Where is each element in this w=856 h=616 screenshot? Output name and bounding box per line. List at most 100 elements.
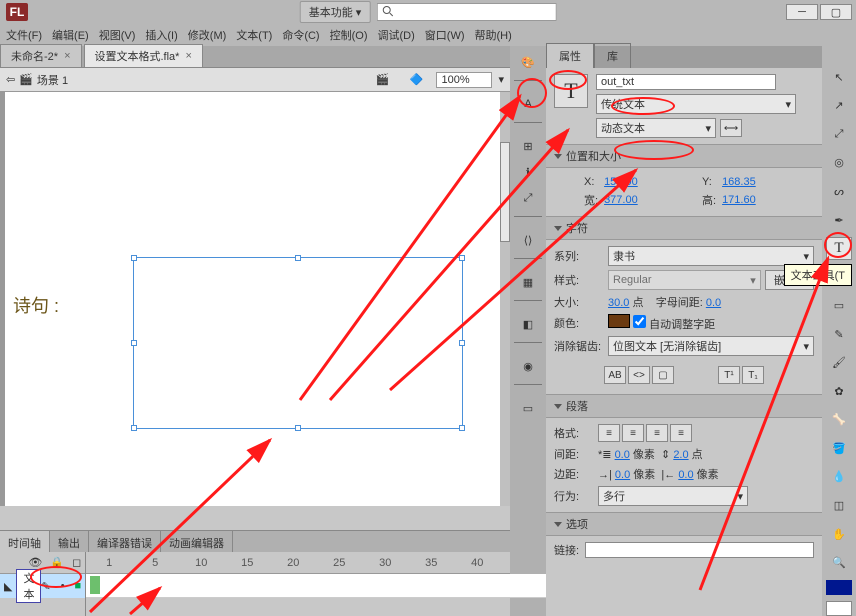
menu-item[interactable]: 修改(M) xyxy=(188,27,227,43)
bottom-tab[interactable]: 编译器错误 xyxy=(89,531,161,552)
menu-item[interactable]: 视图(V) xyxy=(99,27,136,43)
menu-item[interactable]: 文件(F) xyxy=(6,27,42,43)
align-right-button[interactable]: ≡ xyxy=(646,424,668,442)
menu-item[interactable]: 文本(T) xyxy=(236,27,272,43)
info-panel-icon[interactable]: ℹ xyxy=(514,160,542,184)
pencil-tool[interactable]: ✎ xyxy=(826,323,852,346)
back-icon[interactable]: ⇦ xyxy=(6,73,15,86)
selection-tool[interactable]: ↖ xyxy=(826,66,852,89)
selected-text-field[interactable] xyxy=(133,257,463,429)
swatches-panel-icon[interactable]: ▦ xyxy=(514,270,542,294)
bottom-tab[interactable]: 时间轴 xyxy=(0,531,50,552)
pen-tool[interactable]: ✒ xyxy=(826,209,852,232)
project-panel-icon[interactable]: ▭ xyxy=(514,396,542,420)
minimize-button[interactable]: ─ xyxy=(786,4,818,20)
panel-tab[interactable]: 属性 xyxy=(546,43,594,68)
stage-scrollbar-y[interactable] xyxy=(500,92,510,506)
font-style-combo[interactable]: Regular▾ xyxy=(608,270,761,290)
document-tab[interactable]: 设置文本格式.fla*× xyxy=(84,44,203,67)
align-justify-button[interactable]: ≡ xyxy=(670,424,692,442)
menu-item[interactable]: 帮助(H) xyxy=(475,27,512,43)
instance-name-input[interactable] xyxy=(596,74,776,90)
menu-item[interactable]: 窗口(W) xyxy=(425,27,465,43)
y-value[interactable]: 168.35 xyxy=(722,176,814,188)
link-input[interactable] xyxy=(585,542,814,558)
deco-tool[interactable]: ✿ xyxy=(826,380,852,403)
close-icon[interactable]: × xyxy=(185,50,191,62)
maximize-button[interactable]: ▢ xyxy=(820,4,852,20)
subselection-tool[interactable]: ↗ xyxy=(826,95,852,118)
subscript-button[interactable]: T₁ xyxy=(742,366,764,384)
indent-value[interactable]: 0.0 xyxy=(615,449,630,461)
bone-tool[interactable]: 🦴 xyxy=(826,409,852,432)
stroke-color[interactable] xyxy=(826,580,852,595)
edit-scene-icon[interactable]: 🎬 xyxy=(368,68,396,92)
3d-rotation-tool[interactable]: ◎ xyxy=(826,152,852,175)
border-button[interactable]: ▢ xyxy=(652,366,674,384)
x-value[interactable]: 156.00 xyxy=(604,176,696,188)
letter-value[interactable]: 0.0 xyxy=(706,297,721,309)
stage[interactable]: 诗句 : xyxy=(5,92,505,512)
w-value[interactable]: 377.00 xyxy=(604,194,696,206)
text-color-swatch[interactable] xyxy=(608,314,630,328)
zoom-chevron-icon[interactable]: ▾ xyxy=(498,73,504,86)
bottom-tab[interactable]: 动画编辑器 xyxy=(161,531,233,552)
menu-item[interactable]: 控制(O) xyxy=(330,27,368,43)
section-character[interactable]: 字符 xyxy=(546,216,822,240)
brush-tool[interactable]: 🖌 xyxy=(826,351,852,374)
annotation-oval xyxy=(517,78,547,108)
document-tab[interactable]: 未命名-2*× xyxy=(0,44,82,67)
actions-panel-icon[interactable]: ◉ xyxy=(514,354,542,378)
stage-scrollbar-x[interactable] xyxy=(0,506,510,530)
workspace-selector[interactable]: 基本功能 ▾ xyxy=(300,1,371,23)
right-margin-value[interactable]: 0.0 xyxy=(678,469,693,481)
behavior-combo[interactable]: 多行▾ xyxy=(598,486,748,506)
hand-tool[interactable]: ✋ xyxy=(826,523,852,546)
close-icon[interactable]: × xyxy=(64,50,70,62)
fill-color[interactable] xyxy=(826,601,852,616)
menu-item[interactable]: 命令(C) xyxy=(282,27,319,43)
antialias-combo[interactable]: 位图文本 [无消除锯齿]▾ xyxy=(608,336,814,356)
keyframe[interactable] xyxy=(90,576,100,594)
outline-header-icon[interactable]: ◻ xyxy=(72,556,81,569)
timeline-frames[interactable] xyxy=(86,574,546,598)
auto-kern-checkbox[interactable]: 自动调整字距 xyxy=(633,319,715,331)
menu-item[interactable]: 编辑(E) xyxy=(52,27,89,43)
align-center-button[interactable]: ≡ xyxy=(622,424,644,442)
text-direction-button[interactable]: ⟷ xyxy=(720,119,742,137)
edit-symbol-icon[interactable]: 🔷 xyxy=(402,68,430,92)
align-left-button[interactable]: ≡ xyxy=(598,424,620,442)
scene-name[interactable]: 场景 1 xyxy=(37,72,68,88)
rectangle-tool[interactable]: ▭ xyxy=(826,294,852,317)
section-options[interactable]: 选项 xyxy=(546,512,822,536)
help-search-input[interactable] xyxy=(397,6,551,18)
triangle-down-icon xyxy=(554,522,562,527)
font-family-combo[interactable]: 隶书▾ xyxy=(608,246,814,266)
section-paragraph[interactable]: 段落 xyxy=(546,394,822,418)
free-transform-tool[interactable]: ⤢ xyxy=(826,123,852,146)
lasso-tool[interactable]: ᔕ xyxy=(826,180,852,203)
menu-item[interactable]: 插入(I) xyxy=(145,27,177,43)
code-snippets-icon[interactable]: ⟨⟩ xyxy=(514,228,542,252)
linespacing-value[interactable]: 2.0 xyxy=(673,449,688,461)
superscript-button[interactable]: T¹ xyxy=(718,366,740,384)
size-value[interactable]: 30.0 xyxy=(608,297,629,309)
transform-panel-icon[interactable]: ⤢ xyxy=(514,186,542,210)
zoom-select[interactable]: 100% xyxy=(436,72,492,88)
panel-tab[interactable]: 库 xyxy=(594,43,631,68)
menu-item[interactable]: 调试(D) xyxy=(378,27,415,43)
eraser-tool[interactable]: ◫ xyxy=(826,494,852,517)
palette-icon[interactable]: 🎨 xyxy=(514,50,542,74)
left-margin-value[interactable]: 0.0 xyxy=(615,469,630,481)
render-html-button[interactable]: <> xyxy=(628,366,650,384)
bottom-tab[interactable]: 输出 xyxy=(50,531,89,552)
paint-bucket-tool[interactable]: 🪣 xyxy=(826,437,852,460)
text-type-combo[interactable]: 动态文本▾ xyxy=(596,118,716,138)
zoom-tool[interactable]: 🔍 xyxy=(826,551,852,574)
eyedropper-tool[interactable]: 💧 xyxy=(826,466,852,489)
align-panel-icon[interactable]: ⊞ xyxy=(514,134,542,158)
selectable-button[interactable]: AB xyxy=(604,366,626,384)
components-panel-icon[interactable]: ◧ xyxy=(514,312,542,336)
help-search[interactable] xyxy=(376,3,556,21)
h-value[interactable]: 171.60 xyxy=(722,194,814,206)
